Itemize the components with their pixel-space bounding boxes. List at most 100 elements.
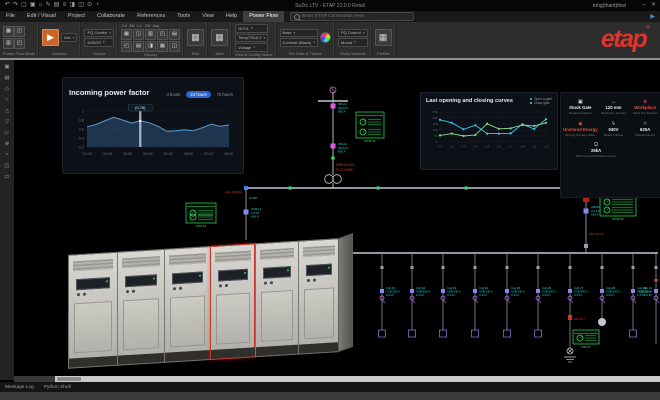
ribbon-dropdown[interactable]: 5/20/20▾ bbox=[84, 38, 114, 47]
ribbon-dropdown[interactable]: PQ Control▾ bbox=[84, 29, 114, 38]
svg-text:1-10: 1-10 bbox=[543, 145, 549, 149]
minimize-icon[interactable]: – bbox=[643, 0, 646, 11]
ribbon-dropdown[interactable]: Contrast (Black)▾ bbox=[280, 38, 318, 47]
left-toolbar-icon[interactable]: ⊕ bbox=[5, 141, 10, 148]
display-chip[interactable]: Avg bbox=[153, 24, 159, 28]
ribbon-dropdown[interactable]: PQ Control▾ bbox=[338, 29, 368, 38]
menu-item-tools[interactable]: Tools bbox=[171, 11, 196, 22]
stat-label: Energy Storage State bbox=[563, 133, 598, 138]
ribbon-dropdown[interactable]: N/A▾ bbox=[61, 33, 77, 42]
left-toolbar-icon[interactable]: ▭ bbox=[4, 174, 9, 181]
cabinet-button bbox=[219, 284, 222, 287]
display-chip[interactable]: L-L bbox=[137, 24, 142, 28]
ribbon-icon[interactable]: ▤ bbox=[169, 29, 180, 40]
ribbon-icon[interactable]: ▥ bbox=[3, 38, 14, 49]
quick-access-icon[interactable]: ▤ bbox=[54, 0, 60, 11]
ribbon-group-label: Study Wizards bbox=[338, 51, 368, 57]
ribbon-icon[interactable]: ◰ bbox=[157, 29, 168, 40]
close-icon[interactable]: ✕ bbox=[651, 0, 656, 11]
scrollbar-thumb[interactable] bbox=[57, 377, 81, 381]
switchgear-cabinet-3[interactable] bbox=[164, 246, 210, 363]
quick-access-icon[interactable]: ▣ bbox=[30, 0, 36, 11]
ribbon-dropdown[interactable]: Base▾ bbox=[280, 29, 318, 38]
ribbon-icon[interactable]: ▦ bbox=[375, 29, 392, 46]
ribbon-icon[interactable]: ▦ bbox=[187, 29, 204, 46]
left-toolbar-icon[interactable]: ○ bbox=[5, 97, 8, 104]
svg-text:1-9: 1-9 bbox=[532, 145, 536, 149]
menu-item-view[interactable]: View bbox=[196, 11, 220, 22]
left-toolbar-icon[interactable]: ▷ bbox=[5, 130, 9, 137]
switchgear-cabinet-5[interactable] bbox=[255, 241, 298, 358]
quick-access-icon[interactable]: ↷ bbox=[13, 0, 18, 11]
ribbon-icon[interactable]: ▦ bbox=[3, 26, 14, 37]
quick-access-icon[interactable]: ◨ bbox=[69, 0, 75, 11]
color-wheel-icon[interactable] bbox=[320, 32, 331, 43]
display-chip[interactable]: 5W bbox=[129, 24, 134, 28]
python-shell-tab[interactable]: Python Shell bbox=[44, 385, 71, 390]
tab-24-hours[interactable]: 24 hours bbox=[186, 91, 210, 98]
switchgear-cabinet-1[interactable] bbox=[68, 252, 117, 369]
switchgear-cabinet-2[interactable] bbox=[117, 249, 164, 366]
menu-item-edit-visual[interactable]: Edit / Visual bbox=[21, 11, 62, 22]
ribbon-icon[interactable]: ▦ bbox=[157, 41, 168, 52]
curves-panel-title: Last opening and closing curves bbox=[426, 98, 527, 104]
svg-text:01:00: 01:00 bbox=[82, 152, 92, 156]
menu-item-power-flow[interactable]: Power Flow bbox=[243, 11, 284, 22]
stat-rated-voltage: ϟ630VRated Voltage bbox=[598, 121, 630, 138]
left-toolbar-icon[interactable]: ◇ bbox=[5, 86, 9, 93]
command-search-input[interactable] bbox=[302, 14, 410, 19]
ribbon-dropdown[interactable]: Temp/TDULT▾ bbox=[235, 34, 268, 43]
menu-item-references[interactable]: References bbox=[131, 11, 171, 22]
ribbon-icon[interactable]: ◰ bbox=[121, 41, 132, 52]
display-chip[interactable]: -0% bbox=[144, 24, 150, 28]
stat-label: Rated Voltage bbox=[598, 133, 630, 138]
chevron-down-icon: ▾ bbox=[73, 36, 75, 40]
quick-access-icon[interactable]: ↶ bbox=[5, 0, 10, 11]
menu-item-help[interactable]: Help bbox=[220, 11, 243, 22]
ribbon-icon[interactable]: ▤ bbox=[133, 41, 144, 52]
ribbon-icon[interactable]: ◫ bbox=[169, 41, 180, 52]
menu-item-file[interactable]: File bbox=[0, 11, 21, 22]
quick-access-icon[interactable]: ⊙ bbox=[87, 0, 92, 11]
quick-access-icon[interactable]: ◔ bbox=[95, 0, 99, 11]
message-log-tab[interactable]: Message Log bbox=[5, 385, 34, 390]
left-toolbar-icon[interactable]: ▤ bbox=[4, 75, 9, 82]
ribbon-icon[interactable]: ◰ bbox=[14, 38, 25, 49]
switchgear-cabinet-6[interactable] bbox=[298, 238, 339, 355]
menu-item-collaborate[interactable]: Collaborate bbox=[91, 11, 131, 22]
tab-4-hours[interactable]: 4 hours bbox=[162, 91, 184, 98]
command-search[interactable] bbox=[290, 12, 414, 21]
ribbon-icon[interactable]: ◨ bbox=[145, 41, 156, 52]
svg-text:0.2: 0.2 bbox=[79, 145, 84, 149]
quick-access-icon[interactable]: ◫ bbox=[78, 0, 84, 11]
left-toolbar-icon[interactable]: △ bbox=[5, 108, 9, 115]
quick-access-icon[interactable]: ▢ bbox=[21, 0, 27, 11]
run-icon[interactable]: ▶ bbox=[650, 13, 655, 20]
left-toolbar-icon[interactable]: ◫ bbox=[4, 163, 9, 170]
window-controls: –✕ bbox=[643, 0, 656, 11]
ribbon-icon[interactable]: ▦ bbox=[121, 29, 132, 40]
menu-item-project[interactable]: Project bbox=[62, 11, 91, 22]
left-toolbar-icon[interactable]: ≈ bbox=[5, 152, 8, 159]
ribbon-icon[interactable]: ◫ bbox=[14, 26, 25, 37]
cabinet-display bbox=[306, 264, 332, 277]
ribbon-dropdown[interactable]: Voltage▾ bbox=[235, 43, 268, 52]
dropdown-value: Base bbox=[283, 30, 292, 35]
ribbon-group-alert: ▦Alert bbox=[208, 22, 232, 58]
ribbon-icon[interactable]: ◫ bbox=[133, 29, 144, 40]
quick-access-icon[interactable]: ✎ bbox=[46, 0, 51, 11]
ribbon-dropdown[interactable]: Mount▾ bbox=[338, 38, 368, 47]
left-toolbar-icon[interactable]: ▣ bbox=[4, 64, 9, 71]
switchgear-cabinet-4[interactable] bbox=[210, 243, 255, 360]
ribbon-dropdown[interactable]: OCV1▾ bbox=[235, 24, 268, 33]
run-analysis-icon[interactable]: ▶ bbox=[42, 29, 59, 46]
quick-access-icon[interactable]: ≡ bbox=[63, 0, 67, 11]
tab-72-hours[interactable]: 72 hours bbox=[213, 91, 237, 98]
switchgear-3d-view[interactable] bbox=[58, 224, 350, 378]
ribbon-icon[interactable]: ▥ bbox=[145, 29, 156, 40]
left-toolbar-icon[interactable]: ▽ bbox=[5, 119, 9, 126]
display-chip[interactable]: -0.6 bbox=[121, 24, 127, 28]
svg-text:04:00: 04:00 bbox=[143, 152, 153, 156]
ribbon-icon[interactable]: ▦ bbox=[211, 29, 228, 46]
quick-access-icon[interactable]: ⌂ bbox=[39, 0, 43, 11]
